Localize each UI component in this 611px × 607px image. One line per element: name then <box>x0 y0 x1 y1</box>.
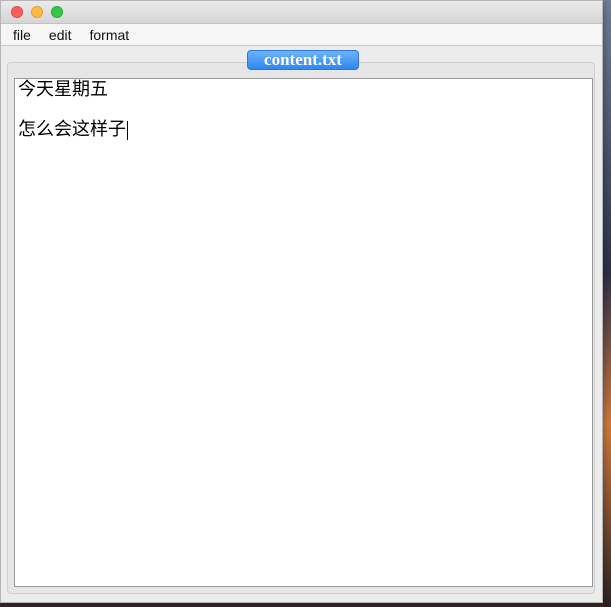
tab-content-txt[interactable]: content.txt <box>247 50 359 70</box>
menu-edit[interactable]: edit <box>49 27 72 43</box>
text-caret <box>127 120 128 140</box>
menu-file[interactable]: file <box>13 27 31 43</box>
desktop-background <box>603 0 611 607</box>
editor-line: 今天星期五 <box>18 80 589 100</box>
title-bar[interactable] <box>1 1 602 24</box>
menu-bar: file edit format <box>1 24 602 46</box>
editor-line-text: 怎么会这样子 <box>18 119 126 140</box>
editor-line: 怎么会这样子 <box>18 120 589 140</box>
editor-line-text: 今天星期五 <box>18 79 108 100</box>
zoom-button[interactable] <box>51 6 63 18</box>
menu-format[interactable]: format <box>89 27 129 43</box>
text-editor[interactable]: 今天星期五 怎么会这样子 <box>14 78 593 587</box>
close-button[interactable] <box>11 6 23 18</box>
minimize-button[interactable] <box>31 6 43 18</box>
tab-bar: content.txt <box>1 46 602 70</box>
